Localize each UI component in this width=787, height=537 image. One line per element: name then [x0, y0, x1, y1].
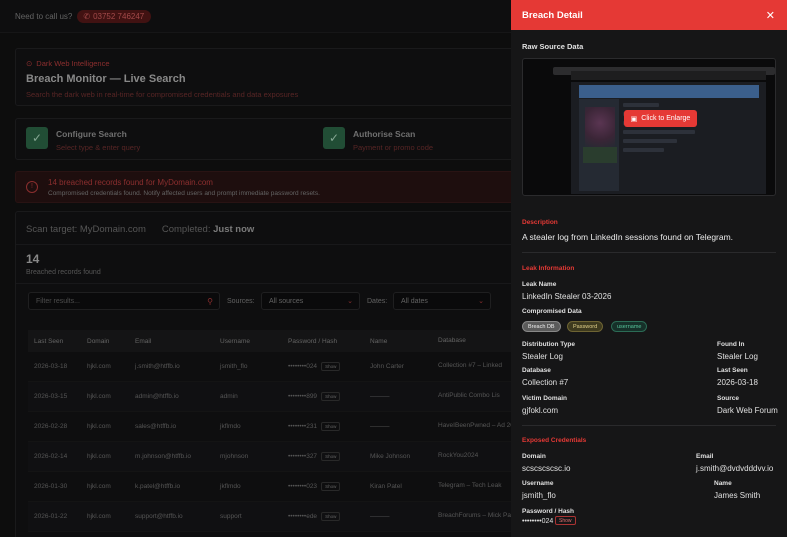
domain-label: Domain: [522, 453, 546, 460]
exposed-label: Exposed Credentials: [522, 437, 587, 444]
name-value: James Smith: [714, 491, 761, 500]
name-label: Name: [714, 480, 732, 487]
raw-source-label: Raw Source Data: [522, 42, 584, 51]
drawer-title: Breach Detail: [522, 9, 583, 21]
description-text: A stealer log from LinkedIn sessions fou…: [522, 232, 734, 242]
distribution-label: Distribution Type: [522, 341, 575, 348]
distribution-value: Stealer Log: [522, 352, 563, 361]
email-label: Email: [696, 453, 714, 460]
tag-password: Password: [567, 321, 604, 332]
screenshot-stats: [583, 147, 617, 163]
database-label: Database: [522, 367, 551, 374]
divider: [522, 425, 776, 426]
image-icon: ▣: [630, 115, 638, 123]
enlarge-label: Click to Enlarge: [641, 115, 691, 122]
enlarge-button[interactable]: ▣ Click to Enlarge: [624, 110, 697, 127]
tag-username: username: [611, 321, 648, 332]
last-seen-label: Last Seen: [717, 367, 748, 374]
username-value: jsmith_flo: [522, 491, 556, 500]
compromised-label: Compromised Data: [522, 308, 582, 315]
tag-breach-db: Breach DB: [522, 321, 561, 332]
drawer-header: Breach Detail ✕: [511, 0, 787, 30]
victim-label: Victim Domain: [522, 395, 568, 402]
screenshot-avatar: [585, 107, 615, 147]
screenshot-banner: [579, 85, 759, 98]
modal-overlay[interactable]: [0, 0, 511, 537]
description-label: Description: [522, 219, 558, 226]
domain-value: scscscscsc.io: [522, 464, 571, 473]
password-label: Password / Hash: [522, 508, 575, 515]
divider: [522, 252, 776, 253]
username-label: Username: [522, 480, 554, 487]
found-in-value: Stealer Log: [717, 352, 758, 361]
leak-name-label: Leak Name: [522, 281, 557, 288]
found-in-label: Found In: [717, 341, 745, 348]
source-label: Source: [717, 395, 740, 402]
breach-detail-drawer: Breach Detail ✕ Raw Source Data ▣ Click …: [511, 0, 787, 537]
source-value: Dark Web Forum: [717, 406, 778, 415]
victim-value: gjfokl.com: [522, 406, 559, 415]
email-value: j.smith@dvdvdddvv.io: [696, 464, 774, 473]
leak-name-value: LinkedIn Stealer 03-2026: [522, 292, 612, 301]
screenshot-tabs: [571, 71, 766, 80]
last-seen-value: 2026-03-18: [717, 378, 758, 387]
password-value: ••••••••024: [522, 518, 554, 525]
leak-info-label: Leak Information: [522, 265, 575, 272]
database-value: Collection #7: [522, 378, 569, 387]
show-password-button[interactable]: Show: [555, 516, 576, 525]
raw-source-screenshot[interactable]: ▣ Click to Enlarge: [522, 58, 776, 196]
close-icon[interactable]: ✕: [766, 9, 775, 22]
